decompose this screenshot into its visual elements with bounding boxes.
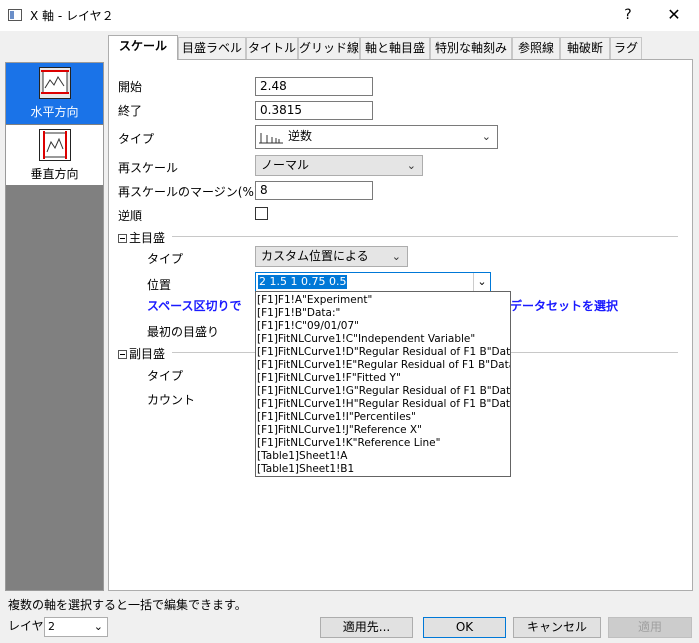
layer-value: 2 <box>48 620 55 633</box>
major-type-label: タイプ <box>147 252 184 266</box>
list-item[interactable]: [F1]FitNLCurve1!G"Regular Residual of F1… <box>257 385 510 398</box>
first-tick-label: 最初の目盛り <box>147 325 220 339</box>
tab-scale[interactable]: スケール <box>108 35 178 60</box>
chevron-down-icon: ⌄ <box>391 250 401 263</box>
tab-grid-lines[interactable]: グリッド線 <box>298 37 360 59</box>
section-divider <box>172 236 678 237</box>
direction-vertical[interactable]: 垂直方向 <box>6 125 103 185</box>
direction-horizontal[interactable]: 水平方向 <box>6 63 103 124</box>
status-text: 複数の軸を選択すると一括で編集できます。 <box>8 598 247 612</box>
position-hint: スペース区切りで <box>147 299 242 313</box>
major-type-value: カスタム位置による <box>261 249 369 263</box>
start-label: 開始 <box>118 80 143 94</box>
axis-direction-panel: 水平方向 垂直方向 <box>5 62 104 591</box>
reciprocal-icon <box>258 129 284 145</box>
close-button[interactable]: ✕ <box>656 3 692 27</box>
tab-reference-lines[interactable]: 参照線 <box>512 37 560 59</box>
list-item[interactable]: [F1]FitNLCurve1!C"Independent Variable" <box>257 333 475 346</box>
scale-type-value: 逆数 <box>288 129 313 143</box>
minor-count-label: カウント <box>147 393 196 407</box>
rescale-margin-input[interactable]: 8 <box>255 181 373 200</box>
list-item[interactable]: [F1]F1!B"Data:" <box>257 307 340 320</box>
rescale-margin-label: 再スケールのマージン(%) <box>118 185 259 199</box>
reverse-checkbox[interactable] <box>255 207 268 220</box>
major-type-select[interactable]: カスタム位置による ⌄ <box>255 246 408 267</box>
rescale-label: 再スケール <box>118 161 179 175</box>
tab-special-ticks[interactable]: 特別な軸刻み <box>430 37 512 59</box>
list-item[interactable]: [F1]F1!C"09/01/07" <box>257 320 359 333</box>
list-item[interactable]: [F1]FitNLCurve1!D"Regular Residual of F1… <box>257 346 510 359</box>
tab-title[interactable]: タイトル <box>246 37 298 59</box>
collapse-icon <box>118 234 127 243</box>
tab-rug[interactable]: ラグ <box>610 37 642 59</box>
major-ticks-section[interactable]: 主目盛 <box>118 229 165 246</box>
chevron-down-icon: ⌄ <box>481 130 491 143</box>
position-label: 位置 <box>147 278 172 292</box>
list-item[interactable]: [Table1]Sheet1!A <box>257 450 347 463</box>
list-item[interactable]: [F1]FitNLCurve1!J"Reference X" <box>257 424 422 437</box>
horizontal-axis-icon <box>39 67 71 99</box>
apply-to-button[interactable]: 適用先... <box>320 617 413 638</box>
scale-type-select[interactable]: 逆数 ⌄ <box>255 125 498 149</box>
minor-ticks-section[interactable]: 副目盛 <box>118 345 165 362</box>
layer-label: レイヤ <box>8 619 44 633</box>
reverse-label: 逆順 <box>118 209 143 223</box>
window-title: X 軸 - レイヤ２ <box>30 9 114 23</box>
layer-select[interactable]: 2 ⌄ <box>44 617 108 637</box>
tab-tick-labels[interactable]: 目盛ラベル <box>178 37 246 59</box>
tab-axis-ticks[interactable]: 軸と軸目盛 <box>360 37 430 59</box>
chevron-down-icon: ⌄ <box>93 620 103 633</box>
type-label: タイプ <box>118 132 155 146</box>
direction-horizontal-label: 水平方向 <box>30 105 79 119</box>
list-item[interactable]: [F1]F1!A"Experiment" <box>257 294 372 307</box>
list-item[interactable]: [F1]FitNLCurve1!H"Regular Residual of F1… <box>257 398 510 411</box>
ok-button[interactable]: OK <box>423 617 506 638</box>
direction-vertical-label: 垂直方向 <box>30 167 79 181</box>
tab-axis-break[interactable]: 軸破断 <box>560 37 610 59</box>
minor-type-label: タイプ <box>147 369 184 383</box>
list-item[interactable]: [F1]FitNLCurve1!K"Reference Line" <box>257 437 440 450</box>
list-item[interactable]: [F1]FitNLCurve1!E"Regular Residual of F1… <box>257 359 510 372</box>
position-combo[interactable]: 2 1.5 1 0.75 0.5 ⌄ <box>255 272 491 292</box>
end-label: 終了 <box>118 104 143 118</box>
dataset-dropdown-list[interactable]: [F1]F1!A"Experiment" [F1]F1!B"Data:" [F1… <box>255 291 511 477</box>
apply-button[interactable]: 適用 <box>608 617 692 638</box>
chevron-down-icon: ⌄ <box>406 159 416 172</box>
chevron-down-icon[interactable]: ⌄ <box>473 273 490 291</box>
start-input[interactable]: 2.48 <box>255 77 373 96</box>
rescale-select[interactable]: ノーマル ⌄ <box>255 155 423 176</box>
rescale-value: ノーマル <box>261 158 310 172</box>
list-item[interactable]: [F1]FitNLCurve1!I"Percentiles" <box>257 411 416 424</box>
collapse-icon <box>118 350 127 359</box>
list-item[interactable]: [Table1]Sheet1!B1 <box>257 463 354 476</box>
end-input[interactable]: 0.3815 <box>255 101 373 120</box>
list-item[interactable]: [F1]FitNLCurve1!F"Fitted Y" <box>257 372 401 385</box>
position-hint-right: データセットを選択 <box>510 299 619 313</box>
vertical-axis-icon <box>39 129 71 161</box>
help-button[interactable]: ? <box>612 3 644 27</box>
position-value: 2 1.5 1 0.75 0.5 <box>258 275 348 289</box>
window-icon <box>8 9 22 21</box>
cancel-button[interactable]: キャンセル <box>513 617 601 638</box>
